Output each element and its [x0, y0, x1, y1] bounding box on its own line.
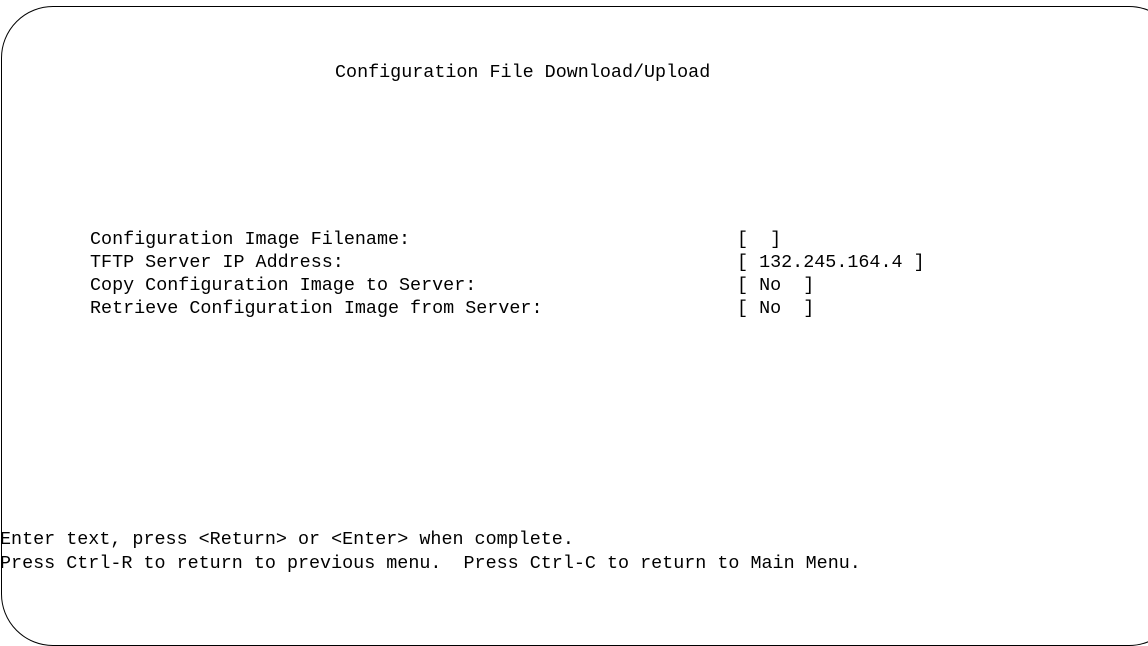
- retrieve-from-server-field[interactable]: [ No ]: [737, 299, 814, 319]
- help-text-navigation: Press Ctrl-R to return to previous menu.…: [0, 553, 861, 574]
- filename-label: Configuration Image Filename:: [90, 229, 411, 250]
- copy-to-server-field[interactable]: [ No ]: [737, 276, 814, 296]
- terminal-screen: [1, 6, 1148, 646]
- screen-title: Configuration File Download/Upload: [335, 62, 711, 83]
- retrieve-from-server-label: Retrieve Configuration Image from Server…: [90, 298, 543, 319]
- filename-field[interactable]: [ ]: [737, 230, 781, 250]
- copy-to-server-label: Copy Configuration Image to Server:: [90, 275, 477, 296]
- help-text-enter: Enter text, press <Return> or <Enter> wh…: [0, 529, 574, 550]
- tftp-server-ip-field[interactable]: [ 132.245.164.4 ]: [737, 253, 925, 273]
- tftp-server-ip-label: TFTP Server IP Address:: [90, 252, 344, 273]
